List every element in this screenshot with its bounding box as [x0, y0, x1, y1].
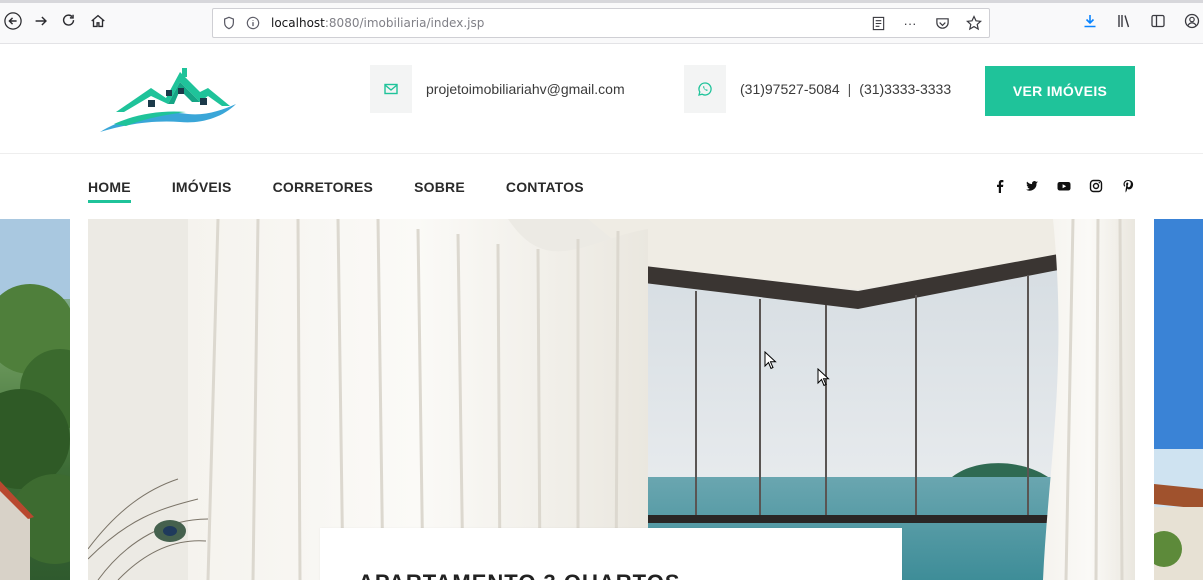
- address-bar[interactable]: localhost:8080/imobiliaria/index.jsp ···: [212, 8, 990, 38]
- nav-item-corretores[interactable]: CORRETORES: [273, 179, 374, 203]
- tab-strip: [0, 0, 1203, 3]
- url-text[interactable]: localhost:8080/imobiliaria/index.jsp: [271, 16, 484, 30]
- back-button[interactable]: [2, 10, 24, 32]
- info-icon[interactable]: [245, 15, 261, 31]
- next-slide-preview[interactable]: [1154, 219, 1203, 580]
- social-links: [993, 179, 1135, 193]
- house-blue-sky-image: [1154, 219, 1203, 580]
- forward-arrow-icon: [35, 16, 47, 26]
- twitter-icon[interactable]: [1025, 179, 1039, 193]
- phone-contact: (31)97527-5084 | (31)3333-3333: [684, 65, 951, 113]
- whatsapp-icon-box: [684, 65, 726, 113]
- slide-caption-card: APARTAMENTO 3 QUARTOS: [320, 528, 902, 580]
- previous-slide-preview[interactable]: [0, 219, 70, 580]
- phone-primary[interactable]: (31)97527-5084: [740, 81, 840, 97]
- trees-house-image: [0, 219, 70, 580]
- facebook-icon[interactable]: [993, 179, 1007, 193]
- envelope-icon: [384, 83, 398, 95]
- shield-icon[interactable]: [221, 15, 237, 31]
- home-button[interactable]: [87, 10, 109, 32]
- phone-separator: |: [847, 81, 852, 97]
- home-icon: [91, 14, 105, 28]
- houses-logo-icon: [100, 68, 236, 132]
- pocket-icon[interactable]: [933, 14, 951, 32]
- hero-slide-image: APARTAMENTO 3 QUARTOS: [88, 219, 1135, 580]
- bookmark-star-icon[interactable]: [965, 14, 983, 32]
- ver-imoveis-button[interactable]: VER IMÓVEIS: [985, 66, 1135, 116]
- browser-toolbar: localhost:8080/imobiliaria/index.jsp ···: [0, 0, 1203, 44]
- downloads-icon[interactable]: [1079, 10, 1101, 32]
- back-arrow-icon: [4, 12, 22, 30]
- site-header: projetoimobiliariahv@gmail.com (31)97527…: [0, 44, 1203, 154]
- pinterest-icon[interactable]: [1121, 179, 1135, 193]
- nav-menu: HOME IMÓVEIS CORRETORES SOBRE CONTATOS: [88, 179, 584, 203]
- hero-slider: APARTAMENTO 3 QUARTOS: [0, 219, 1203, 580]
- email-contact: projetoimobiliariahv@gmail.com: [370, 65, 625, 113]
- main-navigation: HOME IMÓVEIS CORRETORES SOBRE CONTATOS: [0, 155, 1203, 219]
- whatsapp-icon: [698, 82, 712, 96]
- apartment-ocean-view-image: [88, 219, 1135, 580]
- sidebar-icon[interactable]: [1147, 10, 1169, 32]
- email-address[interactable]: projetoimobiliariahv@gmail.com: [426, 81, 625, 97]
- reader-view-icon[interactable]: [869, 14, 887, 32]
- reload-icon: [62, 14, 75, 26]
- nav-item-sobre[interactable]: SOBRE: [414, 179, 465, 203]
- youtube-icon[interactable]: [1057, 179, 1071, 193]
- page-actions-icon[interactable]: ···: [901, 14, 919, 32]
- slide-caption-title[interactable]: APARTAMENTO 3 QUARTOS: [358, 570, 681, 580]
- phone-numbers: (31)97527-5084 | (31)3333-3333: [740, 81, 951, 97]
- instagram-icon[interactable]: [1089, 179, 1103, 193]
- nav-item-home[interactable]: HOME: [88, 179, 131, 203]
- mouse-cursor-icon: [817, 368, 830, 387]
- account-icon[interactable]: [1181, 10, 1203, 32]
- email-icon-box: [370, 65, 412, 113]
- phone-secondary[interactable]: (31)3333-3333: [859, 81, 951, 97]
- nav-item-imoveis[interactable]: IMÓVEIS: [172, 179, 232, 203]
- company-logo[interactable]: [96, 66, 240, 136]
- reload-button[interactable]: [58, 10, 80, 32]
- forward-button[interactable]: [30, 10, 52, 32]
- library-icon[interactable]: [1113, 10, 1135, 32]
- nav-item-contatos[interactable]: CONTATOS: [506, 179, 584, 203]
- mouse-cursor-icon: [764, 351, 777, 370]
